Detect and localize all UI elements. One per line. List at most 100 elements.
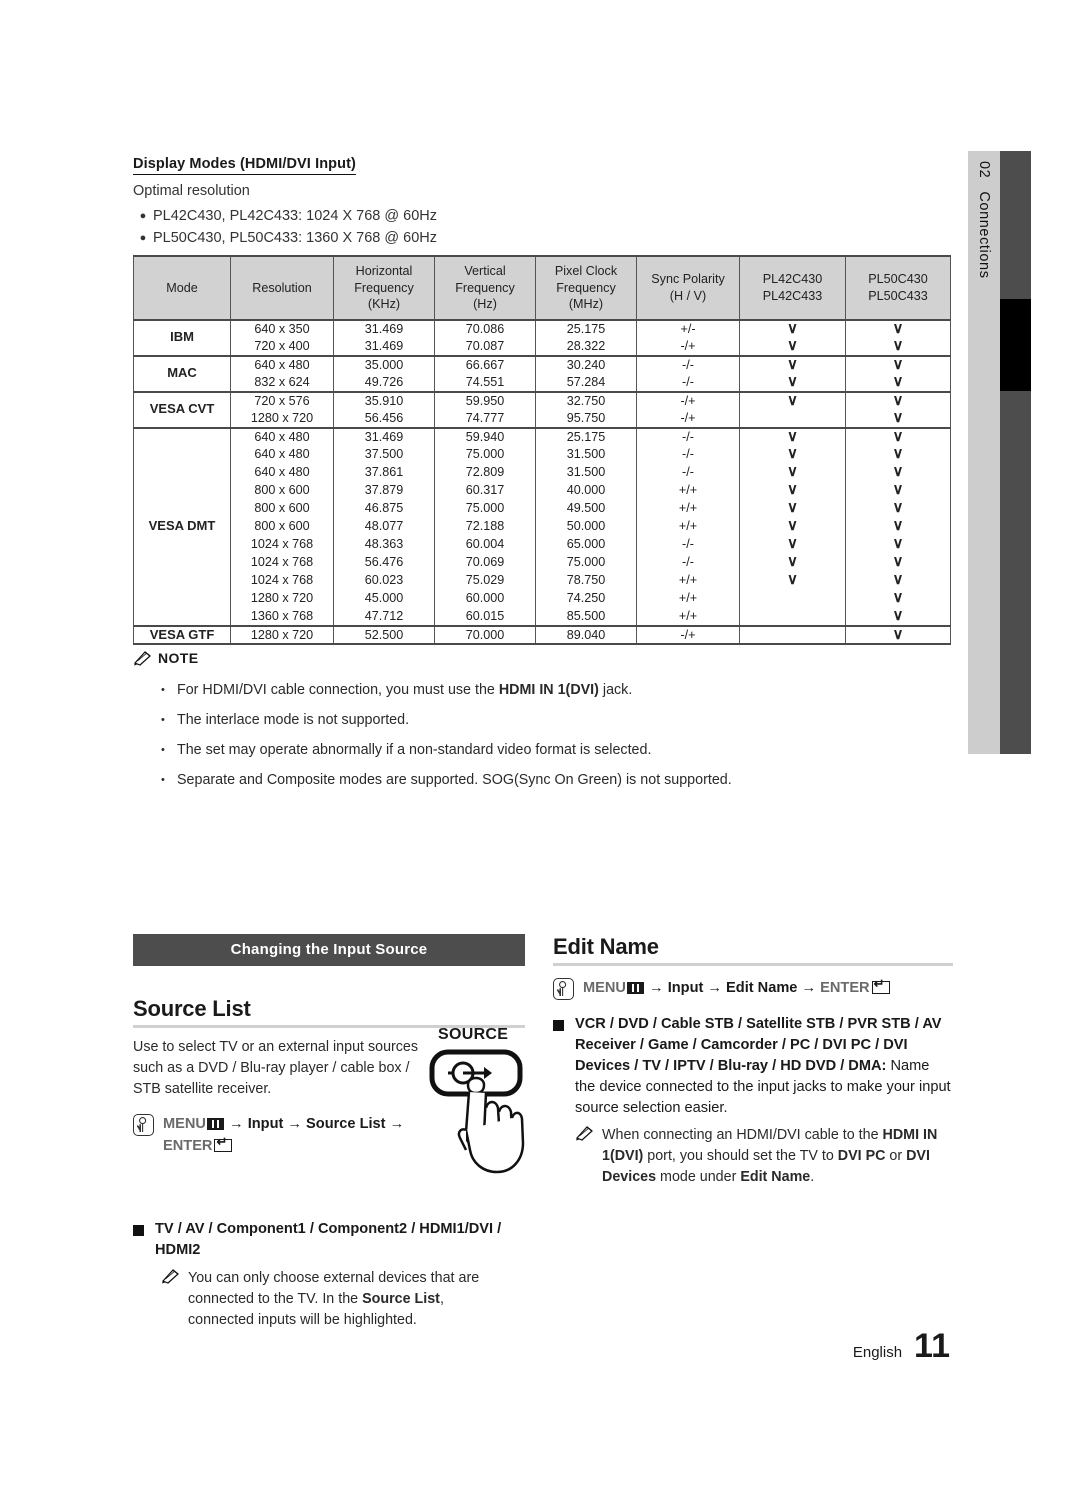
cell-sync-polarity: +/+ xyxy=(636,589,740,608)
check-icon: ∨ xyxy=(892,445,904,463)
check-icon: ∨ xyxy=(892,463,904,481)
cell-pixel-clock: 75.000 xyxy=(535,553,637,572)
cell-pixel-clock: 78.750 xyxy=(535,571,637,590)
cell-v-frequency: 74.551 xyxy=(434,373,536,392)
header-line: Frequency xyxy=(556,280,616,295)
check-icon: ∨ xyxy=(892,481,904,499)
bullet-icon: • xyxy=(161,744,165,756)
check-icon: ∨ xyxy=(787,427,798,445)
side-chapter-bars xyxy=(1000,151,1031,754)
edit-name-column: Edit Name MENU → Input → Edit Name → ENT… xyxy=(553,934,953,1188)
header-line: (H / V) xyxy=(669,288,707,303)
cell-pixel-clock: 95.750 xyxy=(535,409,637,428)
note-text-post: jack. xyxy=(598,682,633,698)
table-row: 1024 x 768 56.476 70.069 75.000 -/- ∨ ∨ xyxy=(134,553,951,572)
cell-sync-polarity: +/- xyxy=(636,318,740,338)
edit-name-menu-path: MENU → Input → Edit Name → ENTER xyxy=(553,977,953,1000)
note-text-pre: The interlace mode is not supported. xyxy=(177,712,410,728)
cell-h-frequency: 47.712 xyxy=(333,607,435,626)
note-item: • The set may operate abnormally if a non… xyxy=(133,735,833,765)
cell-resolution: 832 x 624 xyxy=(230,373,334,392)
source-list-options: TV / AV / Component1 / Component2 / HDMI… xyxy=(133,1219,525,1261)
check-icon: ∨ xyxy=(787,571,798,589)
bullet-icon: ● xyxy=(139,232,147,244)
cell-pl42c430 xyxy=(739,607,846,626)
menu-icon xyxy=(206,1118,224,1130)
check-icon: ∨ xyxy=(892,535,904,553)
cell-pl50c430: ∨ xyxy=(845,571,951,590)
square-bullet-icon xyxy=(553,1020,564,1031)
note-item: • For HDMI/DVI cable connection, you must… xyxy=(133,675,833,705)
cell-resolution: 1024 x 768 xyxy=(230,571,334,590)
edit-name-devices: VCR / DVD / Cable STB / Satellite STB / … xyxy=(553,1014,953,1119)
cell-resolution: 1280 x 720 xyxy=(230,589,334,608)
cell-sync-polarity: -/- xyxy=(636,463,740,482)
cell-pl50c430: ∨ xyxy=(845,607,951,626)
square-bullet-icon xyxy=(133,1225,144,1236)
table-row: 720 x 400 31.469 70.087 28.322 -/+ ∨ ∨ xyxy=(134,337,951,356)
cell-pixel-clock: 50.000 xyxy=(535,517,637,536)
header-line: Horizontal xyxy=(355,264,413,278)
table-row: 800 x 600 37.879 60.317 40.000 +/+ ∨ ∨ xyxy=(134,481,951,500)
note-item: • Separate and Composite modes are suppor… xyxy=(133,765,833,795)
check-icon: ∨ xyxy=(787,535,798,553)
cell-resolution: 1024 x 768 xyxy=(230,553,334,572)
cell-v-frequency: 66.667 xyxy=(434,354,536,374)
table-row: VESA CVT 720 x 576 35.910 59.950 32.750 -/+ ∨ ∨ xyxy=(133,390,951,428)
cell-pl50c430: ∨ xyxy=(845,409,951,428)
cell-pl50c430: ∨ xyxy=(845,373,951,392)
cell-pl50c430: ∨ xyxy=(845,535,951,554)
cell-mode: VESA CVT xyxy=(133,390,231,428)
cell-h-frequency: 52.500 xyxy=(333,624,435,645)
check-icon: ∨ xyxy=(787,319,798,337)
table-row: 640 x 480 37.500 75.000 31.500 -/- ∨ ∨ xyxy=(134,445,951,464)
source-list-heading: Source List xyxy=(133,996,525,1028)
side-tab-text: 02 Connections xyxy=(968,151,1000,754)
cell-pl50c430: ∨ xyxy=(845,481,951,500)
check-icon: ∨ xyxy=(787,463,798,481)
cell-v-frequency: 60.317 xyxy=(434,481,536,500)
manual-page: 02 Connections Display Modes (HDMI/DVI I… xyxy=(0,0,1080,1494)
cell-pl42c430: ∨ xyxy=(739,481,846,500)
source-list-subnote: You can only choose external devices tha… xyxy=(161,1268,525,1331)
check-icon: ∨ xyxy=(787,445,798,463)
cell-pl50c430: ∨ xyxy=(845,354,951,374)
cell-resolution: 1024 x 768 xyxy=(230,535,334,554)
display-modes-table-wrap: Mode Resolution Horizontal Frequency (KHz) Ve… xyxy=(133,255,951,645)
note-item-text: Separate and Composite modes are support… xyxy=(177,765,732,795)
header-line: (MHz) xyxy=(568,297,604,311)
check-icon: ∨ xyxy=(787,355,798,373)
header-line: Mode xyxy=(166,280,198,295)
footer-page-number: 11 xyxy=(914,1327,950,1365)
note-text-pre: The set may operate abnormally if a non-… xyxy=(177,742,652,758)
menu-word: MENU xyxy=(163,1116,206,1132)
table-row: 1280 x 720 45.000 60.000 74.250 +/+ ∨ xyxy=(134,589,951,608)
header-line: Frequency xyxy=(455,280,515,295)
bullet-icon: • xyxy=(161,774,165,786)
side-tab-label: Connections xyxy=(976,191,992,279)
cell-pl42c430: ∨ xyxy=(739,390,846,410)
cell-pixel-clock: 30.240 xyxy=(535,354,637,374)
cell-pixel-clock: 32.750 xyxy=(535,390,637,410)
cell-sync-polarity: -/- xyxy=(636,426,740,446)
note-text-bold: HDMI IN 1(DVI) xyxy=(498,682,599,698)
header-line: (Hz) xyxy=(473,297,497,311)
table-row: 1024 x 768 60.023 75.029 78.750 +/+ ∨ ∨ xyxy=(134,571,951,590)
optimal-resolution-label: Optimal resolution xyxy=(133,183,250,199)
table-header: Mode Resolution Horizontal Frequency (KHz) Ve… xyxy=(133,255,951,321)
cell-pl42c430: ∨ xyxy=(739,463,846,482)
cell-v-frequency: 59.950 xyxy=(434,390,536,410)
cell-pl42c430: ∨ xyxy=(739,499,846,518)
check-icon: ∨ xyxy=(787,517,798,535)
cell-v-frequency: 70.000 xyxy=(434,624,536,645)
cell-pl50c430: ∨ xyxy=(845,553,951,572)
table-row: VESA DMT 640 x 480 31.469 59.940 25.175 -/- ∨ ∨ xyxy=(133,426,951,626)
cell-pixel-clock: 31.500 xyxy=(535,445,637,464)
note-item: • The interlace mode is not supported. xyxy=(133,705,833,735)
cell-pixel-clock: 31.500 xyxy=(535,463,637,482)
list-item: ● PL42C430, PL42C433: 1024 X 768 @ 60Hz xyxy=(133,205,733,227)
pencil-icon xyxy=(161,1268,180,1284)
cell-h-frequency: 60.023 xyxy=(333,571,435,590)
cell-resolution: 800 x 600 xyxy=(230,499,334,518)
check-icon: ∨ xyxy=(892,427,904,445)
